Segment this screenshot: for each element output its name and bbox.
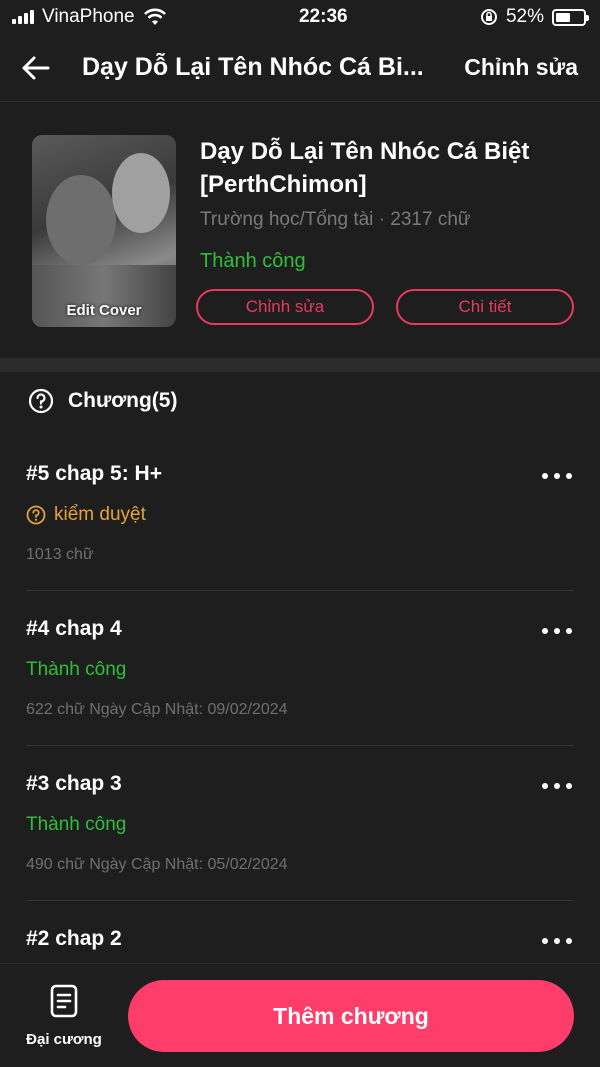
more-options-icon[interactable] xyxy=(542,780,578,792)
nav-bar: Dạy Dỗ Lại Tên Nhóc Cá Bi... Chỉnh sửa xyxy=(0,34,600,102)
edit-button[interactable]: Chỉnh sửa xyxy=(464,54,578,81)
chapter-item[interactable]: #3 chap 3 Thành công 490 chữ Ngày Cập Nh… xyxy=(0,772,600,927)
chapter-status: Thành công xyxy=(26,814,127,835)
outline-label: Đại cương xyxy=(26,1031,102,1048)
separator xyxy=(26,590,574,591)
document-icon xyxy=(50,984,78,1018)
orientation-lock-icon xyxy=(480,9,497,25)
book-status: Thành công xyxy=(200,250,306,272)
carrier-label: VinaPhone xyxy=(42,6,135,27)
chapter-title: #5 chap 5: H+ xyxy=(26,462,162,485)
bottom-bar: Đại cương Thêm chương xyxy=(0,963,600,1067)
edit-cover-label[interactable]: Edit Cover xyxy=(32,302,176,319)
battery-icon xyxy=(551,8,589,26)
chapters-count-label: Chương(5) xyxy=(68,389,178,412)
chapter-title: #3 chap 3 xyxy=(26,772,122,795)
chapter-item[interactable]: #4 chap 4 Thành công 622 chữ Ngày Cập Nh… xyxy=(0,617,600,772)
page-title: Dạy Dỗ Lại Tên Nhóc Cá Bi... xyxy=(82,53,424,81)
chapter-meta: 622 chữ Ngày Cập Nhật: 09/02/2024 xyxy=(26,701,288,718)
chapter-item[interactable]: #5 chap 5: H+ kiểm duyệt 1013 chữ xyxy=(0,462,600,617)
more-options-icon[interactable] xyxy=(542,935,578,947)
chapter-title: #2 chap 2 xyxy=(26,927,122,950)
chapter-status: kiểm duyệt xyxy=(26,504,146,526)
status-bar: VinaPhone 22:36 52% xyxy=(0,0,600,34)
back-button[interactable] xyxy=(0,34,70,102)
book-cover[interactable]: Edit Cover xyxy=(32,135,176,327)
book-title: Dạy Dỗ Lại Tên Nhóc Cá Biệt [PerthChimon… xyxy=(200,138,530,198)
outline-button[interactable]: Đại cương xyxy=(18,984,110,1048)
clock: 22:36 xyxy=(298,6,348,27)
separator xyxy=(26,745,574,746)
signal-icon xyxy=(12,10,34,24)
battery-percent: 52% xyxy=(505,6,544,27)
book-detail-button[interactable]: Chi tiết xyxy=(396,289,574,325)
chapters-header: Chương(5) xyxy=(28,388,177,414)
chapter-title: #4 chap 4 xyxy=(26,617,122,640)
chapter-status-text: kiểm duyệt xyxy=(54,504,146,525)
wifi-icon xyxy=(143,8,166,25)
chapter-item[interactable]: #2 chap 2 xyxy=(0,927,600,963)
add-chapter-button[interactable]: Thêm chương xyxy=(128,980,574,1052)
book-meta: Trường học/Tổng tài · 2317 chữ xyxy=(200,209,471,230)
chapter-meta: 490 chữ Ngày Cập Nhật: 05/02/2024 xyxy=(26,856,288,873)
help-icon[interactable] xyxy=(28,388,54,414)
edit-book-button[interactable]: Chỉnh sửa xyxy=(196,289,374,325)
back-arrow-icon xyxy=(22,56,50,79)
more-options-icon[interactable] xyxy=(542,625,578,637)
chapter-meta: 1013 chữ xyxy=(26,546,94,563)
book-header: Edit Cover Dạy Dỗ Lại Tên Nhóc Cá Biệt [… xyxy=(0,103,600,358)
pending-review-icon xyxy=(26,505,46,525)
chapter-status: Thành công xyxy=(26,659,127,680)
separator xyxy=(26,900,574,901)
section-divider xyxy=(0,358,600,372)
more-options-icon[interactable] xyxy=(542,470,578,482)
